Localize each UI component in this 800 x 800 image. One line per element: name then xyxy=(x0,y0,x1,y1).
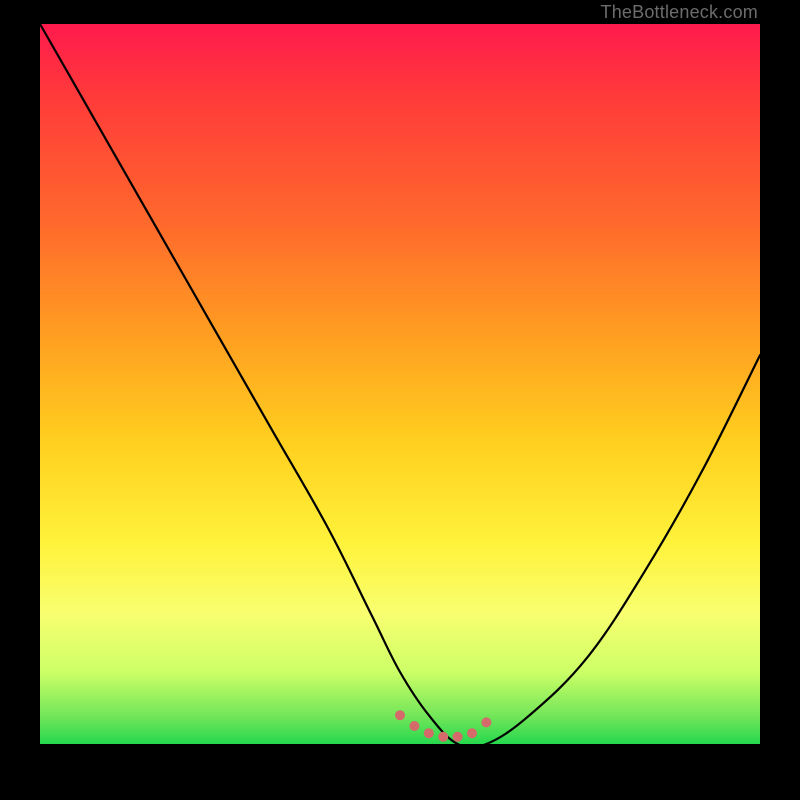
trough-dot xyxy=(409,721,419,731)
plot-area xyxy=(40,24,760,744)
curve-svg xyxy=(40,24,760,744)
chart-container: TheBottleneck.com xyxy=(0,0,800,800)
trough-dot xyxy=(424,728,434,738)
trough-dot xyxy=(467,728,477,738)
curve-line xyxy=(40,24,760,748)
trough-dot xyxy=(438,732,448,742)
trough-marker xyxy=(395,710,491,742)
trough-dot xyxy=(453,732,463,742)
credit-text: TheBottleneck.com xyxy=(601,2,758,23)
trough-dot xyxy=(481,717,491,727)
trough-dot xyxy=(395,710,405,720)
